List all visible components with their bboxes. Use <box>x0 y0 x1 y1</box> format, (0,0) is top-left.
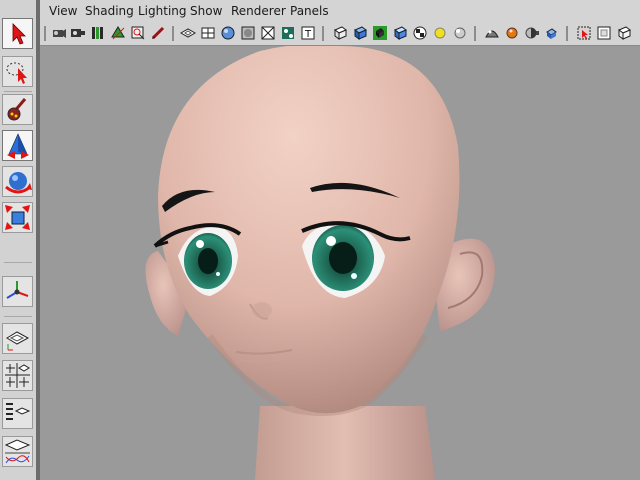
outliner-layout-icon <box>6 403 31 420</box>
menu-shading[interactable]: Shading <box>85 4 134 18</box>
checker-texture-icon[interactable] <box>412 25 428 41</box>
toolbox-separator <box>4 262 32 263</box>
menu-show[interactable]: Show <box>190 4 222 18</box>
shaded-wireframe-icon[interactable] <box>240 25 256 41</box>
texture-cube-icon[interactable] <box>392 25 408 41</box>
camera-attributes-icon[interactable] <box>70 25 86 41</box>
lasso-tool-button[interactable] <box>2 56 33 87</box>
menu-panels[interactable]: Panels <box>290 4 329 18</box>
wireframe-icon[interactable] <box>200 25 216 41</box>
high-quality-icon[interactable] <box>484 25 500 41</box>
scale-tool-button[interactable] <box>2 202 33 233</box>
shaded-cube-icon[interactable] <box>352 25 368 41</box>
graph-layout-button[interactable] <box>2 436 33 467</box>
rotate-sphere-icon <box>5 172 32 194</box>
menu-lighting[interactable]: Lighting <box>138 4 187 18</box>
toolbox <box>0 0 36 480</box>
toolbar-separator <box>322 26 324 41</box>
wire-cube-icon[interactable] <box>332 25 348 41</box>
toolbar-separator <box>44 26 46 41</box>
scale-cube-icon <box>5 205 30 230</box>
svg-text:T: T <box>304 29 312 40</box>
graph-layout-icon <box>4 439 31 464</box>
wire-on-shaded-icon[interactable] <box>372 25 388 41</box>
select-arrow-icon <box>12 23 26 45</box>
shadows-icon[interactable] <box>452 25 468 41</box>
menu-view[interactable]: View <box>49 4 77 18</box>
screen-ao-icon[interactable] <box>524 25 540 41</box>
manipulator-tool-button[interactable] <box>2 276 33 307</box>
xray-icon[interactable] <box>596 25 612 41</box>
use-all-lights-icon[interactable] <box>280 25 296 41</box>
paint-tool-button[interactable] <box>2 94 33 125</box>
grid-icon[interactable] <box>180 25 196 41</box>
single-view-layout-button[interactable] <box>2 323 33 354</box>
default-light-icon[interactable] <box>432 25 448 41</box>
toolbox-separator <box>4 316 32 317</box>
menu-renderer[interactable]: Renderer <box>231 4 286 18</box>
toolbar-separator <box>566 26 568 41</box>
perspective-viewport[interactable] <box>40 46 640 480</box>
image-plane-icon[interactable] <box>110 25 126 41</box>
toolbar-separator <box>172 26 174 41</box>
select-camera-icon[interactable] <box>51 25 67 41</box>
rotate-tool-button[interactable] <box>2 166 33 197</box>
motion-blur-icon[interactable] <box>544 25 560 41</box>
universal-manipulator-icon <box>6 281 29 299</box>
smooth-shade-icon[interactable] <box>220 25 236 41</box>
textured-icon[interactable] <box>260 25 276 41</box>
multisample-icon[interactable] <box>504 25 520 41</box>
four-view-layout-icon <box>5 363 30 388</box>
hud-text-icon[interactable]: T <box>300 25 316 41</box>
move-tool-button[interactable] <box>2 130 33 161</box>
character-head-model <box>145 46 495 480</box>
panel-menubar: View Shading Lighting Show Renderer Pane… <box>40 0 640 22</box>
two-d-pan-zoom-icon[interactable] <box>130 25 146 41</box>
toolbox-separator <box>4 91 32 92</box>
bookmarks-icon[interactable] <box>90 25 106 41</box>
grease-pencil-icon[interactable] <box>150 25 166 41</box>
move-cone-icon <box>7 133 29 159</box>
isolate-select-icon[interactable] <box>576 25 592 41</box>
xray-joints-icon[interactable] <box>616 25 632 41</box>
single-view-layout-icon <box>6 331 30 351</box>
toolbar-separator <box>474 26 476 41</box>
lasso-icon <box>6 62 27 84</box>
four-view-layout-button[interactable] <box>2 360 33 391</box>
panel-toolbar: T <box>40 22 640 46</box>
paint-brush-icon <box>7 98 27 121</box>
select-tool-button[interactable] <box>2 18 33 49</box>
outliner-layout-button[interactable] <box>2 398 33 429</box>
